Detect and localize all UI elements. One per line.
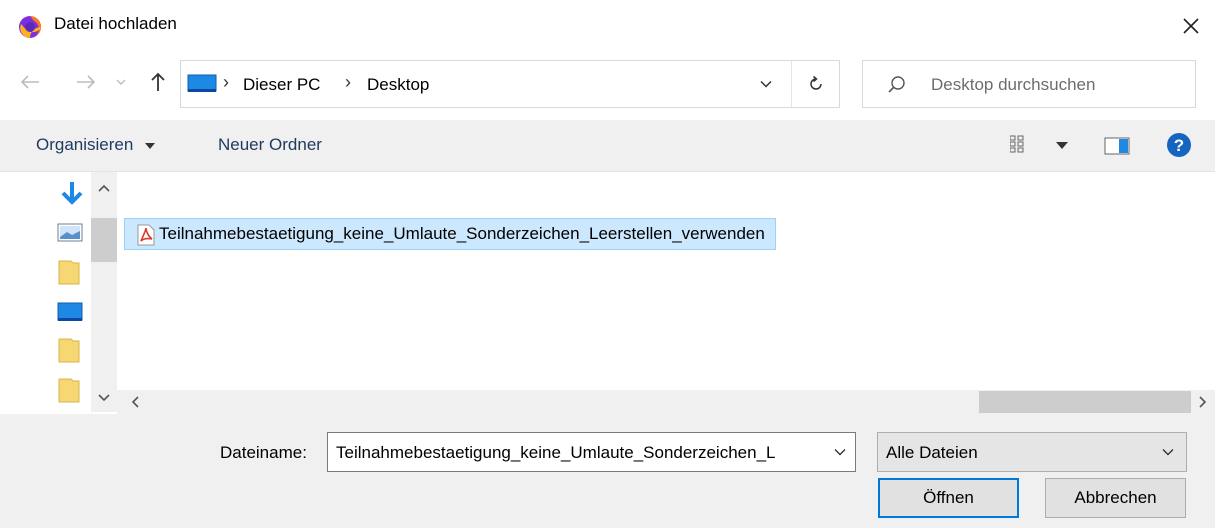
folder-icon[interactable] <box>56 258 84 286</box>
downloads-icon[interactable] <box>58 180 86 208</box>
scroll-up-button[interactable] <box>91 176 117 200</box>
chevron-down-icon <box>98 394 110 402</box>
filename-value: Teilnahmebestaetigung_keine_Umlaute_Sond… <box>336 443 776 462</box>
filename-input[interactable]: Teilnahmebestaetigung_keine_Umlaute_Sond… <box>327 432 856 472</box>
this-pc-icon <box>187 74 217 92</box>
organize-label: Organisieren <box>36 135 134 154</box>
chevron-right-icon <box>1199 396 1207 408</box>
cancel-button[interactable]: Abbrechen <box>1045 478 1186 518</box>
scroll-left-button[interactable] <box>123 390 147 414</box>
caret-down-icon <box>145 142 156 149</box>
svg-text:?: ? <box>1174 136 1184 155</box>
chevron-up-icon <box>98 184 110 192</box>
file-item[interactable]: Teilnahmebestaetigung_keine_Umlaute_Sond… <box>124 218 776 250</box>
close-button[interactable] <box>1167 0 1215 52</box>
refresh-button[interactable] <box>792 61 840 107</box>
address-bar[interactable]: › Dieser PC › Desktop <box>180 60 840 108</box>
chevron-down-icon <box>116 79 126 85</box>
scroll-thumb[interactable] <box>91 218 117 262</box>
search-placeholder: Desktop durchsuchen <box>931 75 1096 94</box>
folder-icon[interactable] <box>56 376 84 404</box>
title-bar: Datei hochladen <box>0 0 1215 52</box>
search-box[interactable]: Desktop durchsuchen <box>862 60 1196 108</box>
navigation-pane <box>0 172 117 412</box>
arrow-up-icon <box>151 72 165 91</box>
command-toolbar: Organisieren Neuer Ordner ? <box>0 120 1215 172</box>
dialog-title: Datei hochladen <box>54 14 177 33</box>
close-icon <box>1183 18 1199 34</box>
folder-icon[interactable] <box>56 336 84 364</box>
file-list: Teilnahmebestaetigung_keine_Umlaute_Sond… <box>117 172 1215 390</box>
file-type-dropdown <box>1156 433 1180 471</box>
filename-label: Dateiname: <box>220 443 307 462</box>
file-name: Teilnahmebestaetigung_keine_Umlaute_Sond… <box>159 224 765 243</box>
pictures-icon[interactable] <box>56 218 84 246</box>
address-dropdown-button[interactable] <box>741 61 791 107</box>
preview-pane-button[interactable] <box>1104 136 1130 161</box>
arrow-left-icon <box>20 75 39 89</box>
vertical-scrollbar[interactable] <box>91 172 117 412</box>
firefox-icon <box>19 16 41 38</box>
file-type-value: Alle Dateien <box>886 443 978 462</box>
back-button[interactable] <box>18 70 42 94</box>
horizontal-scrollbar[interactable] <box>117 390 1215 414</box>
scroll-down-button[interactable] <box>91 386 117 410</box>
breadcrumb-this-pc[interactable]: Dieser PC <box>243 75 320 95</box>
up-button[interactable] <box>146 70 170 94</box>
open-button[interactable]: Öffnen <box>878 478 1019 518</box>
help-button[interactable]: ? <box>1166 132 1192 163</box>
filename-history-dropdown[interactable] <box>825 433 855 471</box>
forward-button[interactable] <box>74 70 98 94</box>
arrow-right-icon <box>77 75 96 89</box>
preview-pane-icon <box>1104 137 1130 155</box>
chevron-down-icon <box>834 449 846 456</box>
dialog-footer: Dateiname: Teilnahmebestaetigung_keine_U… <box>0 414 1215 528</box>
breadcrumb-separator: › <box>223 72 229 92</box>
view-options-button[interactable] <box>1009 134 1072 163</box>
desktop-icon[interactable] <box>56 298 84 326</box>
chevron-down-icon <box>1162 449 1174 456</box>
file-type-select[interactable]: Alle Dateien <box>877 432 1187 472</box>
scroll-thumb[interactable] <box>979 391 1191 413</box>
breadcrumb-separator: › <box>345 72 351 92</box>
help-icon: ? <box>1167 133 1191 157</box>
chevron-down-icon <box>760 80 772 88</box>
pdf-icon <box>137 224 155 246</box>
organize-menu[interactable]: Organisieren <box>36 135 156 155</box>
refresh-icon <box>810 75 822 90</box>
chevron-left-icon <box>131 396 139 408</box>
recent-locations-button[interactable] <box>112 70 130 94</box>
breadcrumb-desktop[interactable]: Desktop <box>367 75 429 95</box>
view-options-icon <box>1009 135 1068 153</box>
scroll-right-button[interactable] <box>1191 390 1215 414</box>
search-icon <box>888 76 905 93</box>
new-folder-button[interactable]: Neuer Ordner <box>218 135 322 155</box>
